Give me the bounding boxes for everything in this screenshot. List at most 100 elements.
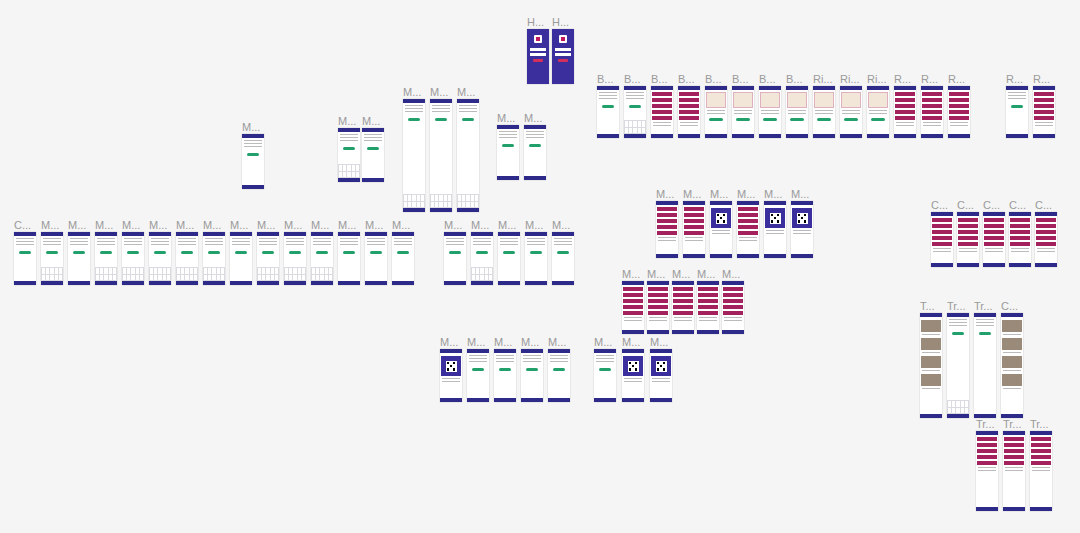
screen-frame[interactable] xyxy=(672,281,694,334)
screen-frame[interactable] xyxy=(1033,86,1055,138)
screen-frame[interactable] xyxy=(1030,431,1052,511)
screen-frame[interactable] xyxy=(1003,431,1025,511)
screen-frame[interactable] xyxy=(467,349,489,402)
screen-frame[interactable] xyxy=(498,232,520,285)
screen-frame[interactable] xyxy=(41,232,63,285)
screen-frame[interactable] xyxy=(552,232,574,285)
screen-frame[interactable] xyxy=(230,232,252,285)
screen-frame[interactable] xyxy=(1035,212,1057,267)
screen-frame[interactable] xyxy=(444,232,466,285)
screen-frame[interactable] xyxy=(678,86,700,138)
screen-frame[interactable] xyxy=(68,232,90,285)
screen-frame[interactable] xyxy=(497,125,519,180)
screen-frame[interactable] xyxy=(974,313,996,418)
screen-frame[interactable] xyxy=(622,281,644,334)
screen-frame[interactable] xyxy=(176,232,198,285)
screen-frame[interactable] xyxy=(764,201,786,258)
screen-frame[interactable] xyxy=(311,232,333,285)
screen-frame[interactable] xyxy=(1006,86,1028,138)
screen-frame[interactable] xyxy=(947,313,969,418)
screen-frame[interactable] xyxy=(362,128,384,182)
screen-frame[interactable] xyxy=(867,86,889,138)
text-line xyxy=(523,358,541,359)
screen-frame[interactable] xyxy=(920,313,942,418)
screen-frame[interactable] xyxy=(656,201,678,258)
screen-content xyxy=(525,236,547,281)
screen-frame[interactable] xyxy=(894,86,916,138)
screen-frame[interactable] xyxy=(957,212,979,267)
frame-label: M... xyxy=(722,268,740,280)
primary-button xyxy=(736,118,750,121)
screen-frame[interactable] xyxy=(521,349,543,402)
screen-content xyxy=(1006,90,1028,134)
screen-frame[interactable] xyxy=(624,86,646,138)
screen-frame[interactable] xyxy=(552,29,574,84)
screen-frame[interactable] xyxy=(203,232,225,285)
keyboard xyxy=(149,267,171,281)
screen-frame[interactable] xyxy=(242,134,264,189)
screen-frame[interactable] xyxy=(525,232,547,285)
screen-frame[interactable] xyxy=(122,232,144,285)
screen-frame[interactable] xyxy=(710,201,732,258)
screen-frame[interactable] xyxy=(284,232,306,285)
keyboard xyxy=(947,400,969,414)
design-canvas[interactable]: H...H...B...B...B...B...B...B...B...B...… xyxy=(0,0,1080,533)
screen-frame[interactable] xyxy=(791,201,813,258)
screen-frame[interactable] xyxy=(786,86,808,138)
primary-button xyxy=(557,251,569,254)
key xyxy=(154,275,157,281)
screen-frame[interactable] xyxy=(14,232,36,285)
qr-cell xyxy=(447,368,449,370)
screen-frame[interactable] xyxy=(403,99,425,212)
screen-frame[interactable] xyxy=(471,232,493,285)
screen-frame[interactable] xyxy=(597,86,619,138)
screen-frame[interactable] xyxy=(548,349,570,402)
list-item xyxy=(1034,104,1054,108)
keyboard xyxy=(430,194,452,208)
screen-frame[interactable] xyxy=(527,29,549,84)
screen-frame[interactable] xyxy=(732,86,754,138)
screen-frame[interactable] xyxy=(594,349,616,402)
screen-frame[interactable] xyxy=(697,281,719,334)
screen-frame[interactable] xyxy=(338,128,360,182)
primary-button xyxy=(462,118,474,121)
top-bar xyxy=(525,232,547,236)
screen-frame[interactable] xyxy=(440,349,462,402)
screen-frame[interactable] xyxy=(1009,212,1031,267)
screen-frame[interactable] xyxy=(650,349,672,402)
text-line xyxy=(286,241,304,242)
screen-frame[interactable] xyxy=(983,212,1005,267)
screen-frame[interactable] xyxy=(430,99,452,212)
screen-frame[interactable] xyxy=(1001,313,1023,418)
screen-frame[interactable] xyxy=(976,431,998,511)
screen-frame[interactable] xyxy=(494,349,516,402)
screen-frame[interactable] xyxy=(524,125,546,180)
screen-frame[interactable] xyxy=(840,86,862,138)
screen-frame[interactable] xyxy=(705,86,727,138)
screen-frame[interactable] xyxy=(722,281,744,334)
screen-frame[interactable] xyxy=(651,86,673,138)
screen-frame[interactable] xyxy=(622,349,644,402)
screen-frame[interactable] xyxy=(931,212,953,267)
screen-frame[interactable] xyxy=(921,86,943,138)
map-image xyxy=(868,92,888,108)
screen-frame[interactable] xyxy=(647,281,669,334)
screen-frame[interactable] xyxy=(737,201,759,258)
screen-frame[interactable] xyxy=(813,86,835,138)
screen-frame[interactable] xyxy=(95,232,117,285)
screen-frame[interactable] xyxy=(457,99,479,212)
text-line xyxy=(496,361,514,362)
screen-frame[interactable] xyxy=(392,232,414,285)
screen-content xyxy=(622,353,644,398)
screen-frame[interactable] xyxy=(149,232,171,285)
screen-frame[interactable] xyxy=(365,232,387,285)
screen-frame[interactable] xyxy=(683,201,705,258)
key xyxy=(948,408,951,414)
screen-content xyxy=(440,353,462,398)
screen-content xyxy=(471,236,493,281)
text-line xyxy=(523,361,541,362)
screen-frame[interactable] xyxy=(759,86,781,138)
screen-frame[interactable] xyxy=(257,232,279,285)
screen-frame[interactable] xyxy=(338,232,360,285)
screen-frame[interactable] xyxy=(948,86,970,138)
